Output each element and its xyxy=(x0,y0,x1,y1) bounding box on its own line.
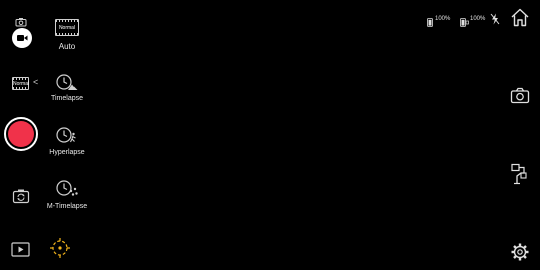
gimbal-icon[interactable] xyxy=(509,163,529,185)
hyperlapse-label[interactable]: Hyperlapse xyxy=(47,149,87,156)
collapse-panel-arrow[interactable]: < xyxy=(33,77,38,87)
home-icon[interactable] xyxy=(510,8,530,27)
camera-switch-icon[interactable] xyxy=(12,188,30,204)
focus-target-icon[interactable] xyxy=(49,237,71,259)
flash-off-icon[interactable] xyxy=(490,12,500,25)
m-timelapse-icon[interactable] xyxy=(55,178,79,198)
timelapse-icon[interactable] xyxy=(55,72,79,92)
auto-mode-badge-text: Normal xyxy=(58,24,76,31)
timelapse-label[interactable]: Timelapse xyxy=(47,95,87,102)
record-button[interactable] xyxy=(4,117,38,151)
film-mode-badge[interactable]: Normal xyxy=(12,77,29,90)
playback-button[interactable] xyxy=(11,242,30,257)
phone-battery-icon xyxy=(427,14,433,27)
video-mode-button[interactable] xyxy=(12,28,32,48)
auto-mode-icon[interactable]: Normal xyxy=(55,19,79,36)
gimbal-battery-level: 100% xyxy=(470,16,486,22)
snapshot-camera-icon[interactable] xyxy=(510,87,530,104)
play-icon xyxy=(11,242,30,257)
film-mode-badge-text: Normal xyxy=(13,80,30,87)
phone-battery-level: 100% xyxy=(435,16,451,22)
gimbal-battery-icon xyxy=(460,14,469,27)
record-button-fill xyxy=(8,121,34,147)
photo-mode-icon[interactable] xyxy=(15,14,27,27)
hyperlapse-icon[interactable] xyxy=(55,125,79,145)
auto-mode-label[interactable]: Auto xyxy=(47,42,87,51)
m-timelapse-label[interactable]: M-Timelapse xyxy=(45,203,89,210)
video-camera-icon xyxy=(17,35,28,41)
settings-gear-icon[interactable] xyxy=(510,242,530,262)
